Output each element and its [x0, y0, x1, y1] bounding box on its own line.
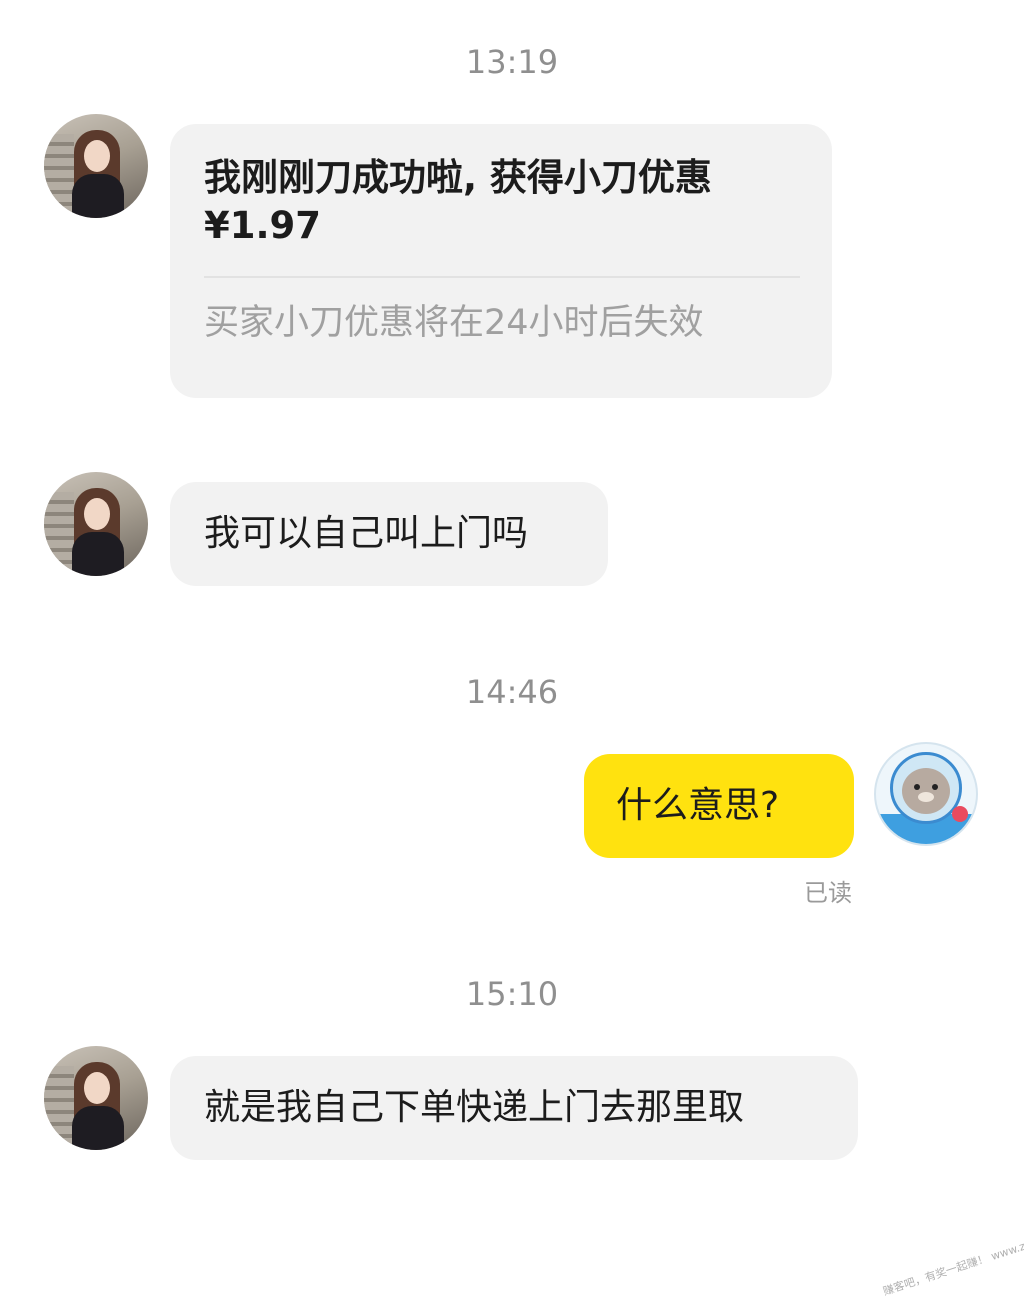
message-bubble[interactable]: 我可以自己叫上门吗: [170, 482, 608, 586]
bargain-card-title: 我刚刚刀成功啦, 获得小刀优惠: [204, 156, 712, 199]
message-text: 就是我自己下单快递上门去那里取: [204, 1087, 745, 1128]
timestamp: 13:19: [465, 43, 559, 81]
divider: [204, 276, 800, 278]
avatar-background: [44, 1066, 74, 1150]
avatar-background: [44, 492, 74, 576]
avatar-splash: [952, 806, 968, 822]
avatar-face: [84, 498, 110, 530]
contact-avatar[interactable]: [44, 472, 148, 576]
timestamp: 14:46: [465, 673, 559, 711]
avatar-background: [44, 134, 74, 218]
avatar-eye: [932, 784, 938, 790]
avatar-snout: [918, 792, 934, 802]
read-receipt: 已读: [804, 879, 852, 907]
message-text: 什么意思?: [616, 785, 780, 826]
message-text: 我可以自己叫上门吗: [204, 513, 529, 554]
avatar-dress: [72, 174, 124, 218]
avatar-seal-head: [902, 768, 950, 814]
avatar-dress: [72, 532, 124, 576]
bargain-card-note: 买家小刀优惠将在24小时后失效: [204, 303, 704, 343]
contact-avatar[interactable]: [44, 114, 148, 218]
my-message-bubble[interactable]: 什么意思?: [584, 754, 854, 858]
avatar-eye: [914, 784, 920, 790]
timestamp: 15:10: [465, 975, 559, 1013]
watermark: 赚客吧，有奖一起赚！ www.zuanke8.com: [881, 1218, 1024, 1299]
avatar-face: [84, 1072, 110, 1104]
contact-avatar[interactable]: [44, 1046, 148, 1150]
message-bubble[interactable]: 就是我自己下单快递上门去那里取: [170, 1056, 858, 1160]
my-avatar[interactable]: [874, 742, 978, 846]
bargain-card[interactable]: 我刚刚刀成功啦, 获得小刀优惠 ¥1.97 买家小刀优惠将在24小时后失效: [170, 124, 832, 398]
bargain-card-price: ¥1.97: [204, 204, 322, 247]
avatar-face: [84, 140, 110, 172]
avatar-dress: [72, 1106, 124, 1150]
